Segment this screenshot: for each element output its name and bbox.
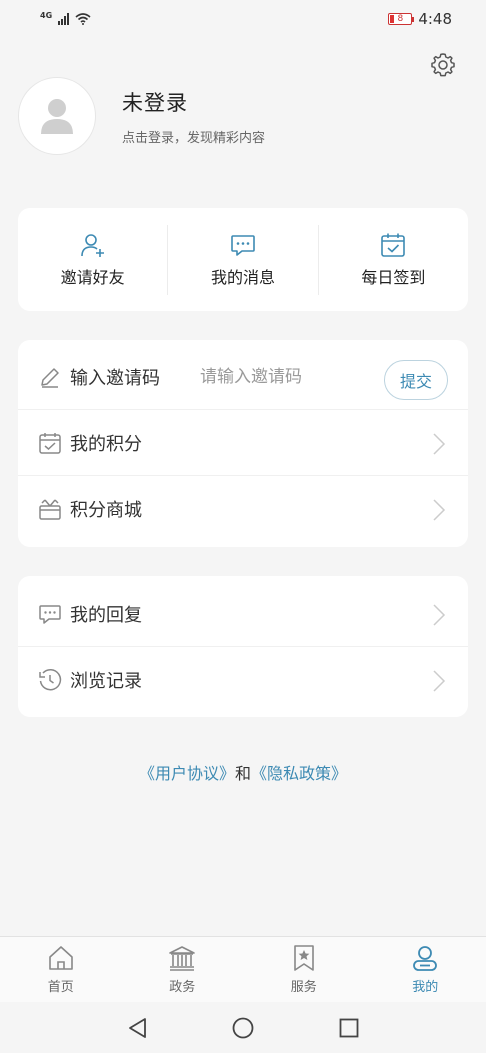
invite-code-label: 输入邀请码 (70, 367, 160, 389)
invite-code-input[interactable] (200, 366, 340, 387)
profile-icon (413, 946, 438, 971)
back-triangle-icon (129, 1017, 146, 1038)
home-circle-icon (232, 1017, 254, 1038)
signal-icon (58, 13, 70, 25)
nav-label: 服务 (290, 980, 317, 995)
status-bar: 4G 8 4:48 (0, 0, 486, 38)
calendar-points-icon (38, 431, 62, 455)
network-type: 4G (40, 10, 53, 20)
history-icon (38, 668, 62, 692)
settings-button[interactable] (428, 50, 458, 80)
menu-label: 我的回复 (70, 604, 142, 626)
reply-icon (38, 602, 62, 626)
status-left: 4G (40, 10, 91, 25)
pencil-icon (38, 365, 62, 389)
clock: 4:48 (418, 10, 452, 28)
privacy-policy-link[interactable]: 《隐私政策》 (251, 764, 347, 783)
profile-text: 未登录 点击登录，发现精彩内容 (122, 87, 265, 146)
points-mall-row[interactable]: 积分商城 (18, 476, 468, 542)
back-button[interactable] (125, 1016, 149, 1040)
battery-icon: 8 (388, 13, 415, 25)
quick-actions-card: 邀请好友 我的消息 每日签到 (18, 208, 468, 311)
browse-history-row[interactable]: 浏览记录 (18, 647, 468, 713)
user-agreement-link[interactable]: 《用户协议》 (139, 764, 235, 783)
menu-label: 我的积分 (70, 433, 142, 455)
home-button[interactable] (231, 1016, 255, 1040)
chevron-right-icon (433, 433, 446, 455)
nav-service[interactable]: 服务 (243, 937, 365, 1002)
agreement-and: 和 (234, 764, 251, 783)
quick-action-label: 每日签到 (361, 267, 426, 287)
activity-card: 我的回复 浏览记录 (18, 576, 468, 717)
nav-home[interactable]: 首页 (0, 937, 122, 1002)
gear-icon (431, 53, 455, 77)
quick-action-label: 我的消息 (210, 267, 275, 287)
nav-government[interactable]: 政务 (122, 937, 244, 1002)
default-avatar-icon (41, 99, 73, 134)
profile-header[interactable]: 未登录 点击登录，发现精彩内容 (18, 77, 265, 155)
recents-square-icon (339, 1018, 359, 1037)
quick-action-label: 邀请好友 (60, 267, 125, 287)
invite-code-row: 输入邀请码 提交 (18, 344, 468, 410)
my-messages-button[interactable]: 我的消息 (168, 208, 317, 311)
chevron-right-icon (433, 499, 446, 521)
service-icon (293, 945, 314, 971)
nav-label: 首页 (47, 980, 74, 995)
system-nav-bar (0, 1002, 486, 1053)
chevron-right-icon (433, 670, 446, 692)
menu-label: 浏览记录 (70, 671, 142, 692)
nav-profile[interactable]: 我的 (365, 937, 486, 1002)
status-right: 8 4:48 (388, 10, 452, 28)
daily-checkin-button[interactable]: 每日签到 (319, 208, 468, 311)
battery-level: 8 (397, 14, 404, 24)
menu-label: 积分商城 (70, 500, 142, 521)
user-add-icon (80, 233, 104, 257)
agreement-links: 《用户协议》和《隐私政策》 (0, 760, 486, 784)
my-replies-row[interactable]: 我的回复 (18, 581, 468, 647)
calendar-check-icon (381, 233, 406, 257)
avatar[interactable] (18, 77, 96, 155)
nav-label: 政务 (169, 980, 196, 995)
wifi-icon (75, 13, 91, 25)
profile-subtitle: 点击登录，发现精彩内容 (122, 130, 266, 146)
profile-name[interactable]: 未登录 (122, 87, 265, 117)
nav-label: 我的 (412, 980, 439, 995)
government-icon (169, 946, 196, 971)
invite-friends-button[interactable]: 邀请好友 (18, 208, 167, 311)
points-card: 输入邀请码 提交 我的积分 积分商城 (18, 340, 468, 547)
message-icon (231, 234, 255, 256)
submit-button[interactable]: 提交 (384, 360, 448, 400)
chevron-right-icon (433, 604, 446, 626)
bottom-nav: 首页 政务 服务 我的 (0, 936, 486, 1002)
my-points-row[interactable]: 我的积分 (18, 410, 468, 476)
home-icon (48, 946, 73, 970)
gift-box-icon (38, 497, 62, 521)
recents-button[interactable] (337, 1016, 361, 1040)
